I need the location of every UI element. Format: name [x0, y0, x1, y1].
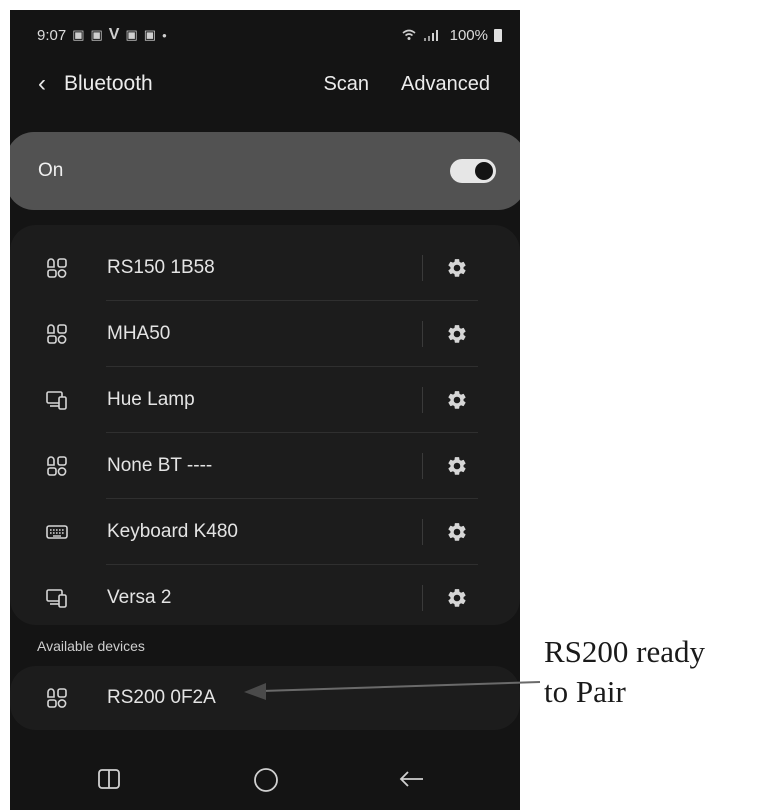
- scan-button[interactable]: Scan: [323, 73, 369, 96]
- notification-icon: ▣: [143, 27, 157, 42]
- paired-devices-list: RS150 1B58 MHA50 Hue Lamp None BT ---- Keybo…: [10, 225, 520, 625]
- annotation-text: RS200 ready to Pair: [544, 632, 705, 712]
- status-time: 9:07: [37, 26, 67, 44]
- paired-device-row[interactable]: Versa 2: [10, 565, 520, 631]
- row-separator: [422, 519, 423, 545]
- bluetooth-toggle-row[interactable]: On: [10, 132, 520, 210]
- hearing-aid-icon: [46, 257, 68, 279]
- paired-device-row[interactable]: Keyboard K480: [10, 499, 520, 565]
- row-separator: [422, 453, 423, 479]
- phone-screen: 9:07 ▣ ▣ V ▣ ▣ • 100% ‹ Bluetooth Scan A…: [10, 10, 520, 810]
- paired-device-row[interactable]: MHA50: [10, 301, 520, 367]
- notification-icon: ▣: [90, 27, 103, 42]
- row-separator: [422, 387, 423, 413]
- bluetooth-toggle[interactable]: [450, 159, 496, 183]
- device-settings-gear-icon[interactable]: [446, 521, 468, 543]
- verizon-icon: V: [108, 26, 120, 43]
- paired-device-row[interactable]: Hue Lamp: [10, 367, 520, 433]
- recent-apps-icon[interactable]: [96, 766, 122, 792]
- home-icon[interactable]: [252, 766, 280, 794]
- battery-percent: 100%: [449, 26, 488, 44]
- hearing-aid-icon: [46, 455, 68, 477]
- toggle-label: On: [38, 160, 64, 181]
- keyboard-icon: [46, 521, 68, 543]
- navigation-bar: [10, 750, 520, 810]
- device-name: Versa 2: [107, 587, 172, 608]
- device-name: MHA50: [107, 323, 171, 344]
- device-settings-gear-icon[interactable]: [446, 455, 468, 477]
- available-devices-header: Available devices: [37, 638, 145, 654]
- status-bar: 9:07 ▣ ▣ V ▣ ▣ • 100%: [10, 10, 520, 60]
- status-left: 9:07 ▣ ▣ V ▣ ▣ •: [37, 26, 167, 44]
- back-button[interactable]: ‹: [38, 70, 46, 98]
- device-settings-gear-icon[interactable]: [446, 389, 468, 411]
- device-settings-gear-icon[interactable]: [446, 257, 468, 279]
- paired-device-row[interactable]: None BT ----: [10, 433, 520, 499]
- available-device-row[interactable]: RS200 0F2A: [10, 666, 520, 730]
- row-separator: [422, 585, 423, 611]
- annotation-line-2: to Pair: [544, 674, 626, 709]
- device-name: Hue Lamp: [107, 389, 195, 410]
- available-device-name: RS200 0F2A: [107, 687, 216, 708]
- row-separator: [422, 255, 423, 281]
- device-settings-gear-icon[interactable]: [446, 587, 468, 609]
- annotation-line-1: RS200 ready: [544, 634, 706, 669]
- wifi-icon: [402, 29, 416, 40]
- advanced-button[interactable]: Advanced: [401, 73, 490, 96]
- device-icon: [46, 587, 68, 609]
- more-notifications-dot-icon: •: [162, 27, 167, 43]
- back-nav-icon[interactable]: [398, 766, 426, 792]
- device-name: RS150 1B58: [107, 257, 215, 278]
- battery-icon: [494, 28, 502, 42]
- row-separator: [422, 321, 423, 347]
- paired-device-row[interactable]: RS150 1B58: [10, 235, 520, 301]
- device-icon: [46, 389, 68, 411]
- signal-icon: [423, 30, 438, 41]
- hearing-aid-icon: [46, 323, 68, 345]
- app-bar: ‹ Bluetooth Scan Advanced: [10, 62, 520, 106]
- notification-icon: ▣: [125, 27, 138, 42]
- device-name: None BT ----: [107, 455, 213, 476]
- hearing-aid-icon: [46, 687, 68, 709]
- page-title: Bluetooth: [64, 72, 153, 95]
- notification-icon: ▣: [72, 27, 85, 42]
- device-settings-gear-icon[interactable]: [446, 323, 468, 345]
- status-right: 100%: [402, 27, 502, 44]
- device-name: Keyboard K480: [107, 521, 238, 542]
- toggle-knob: [473, 160, 495, 182]
